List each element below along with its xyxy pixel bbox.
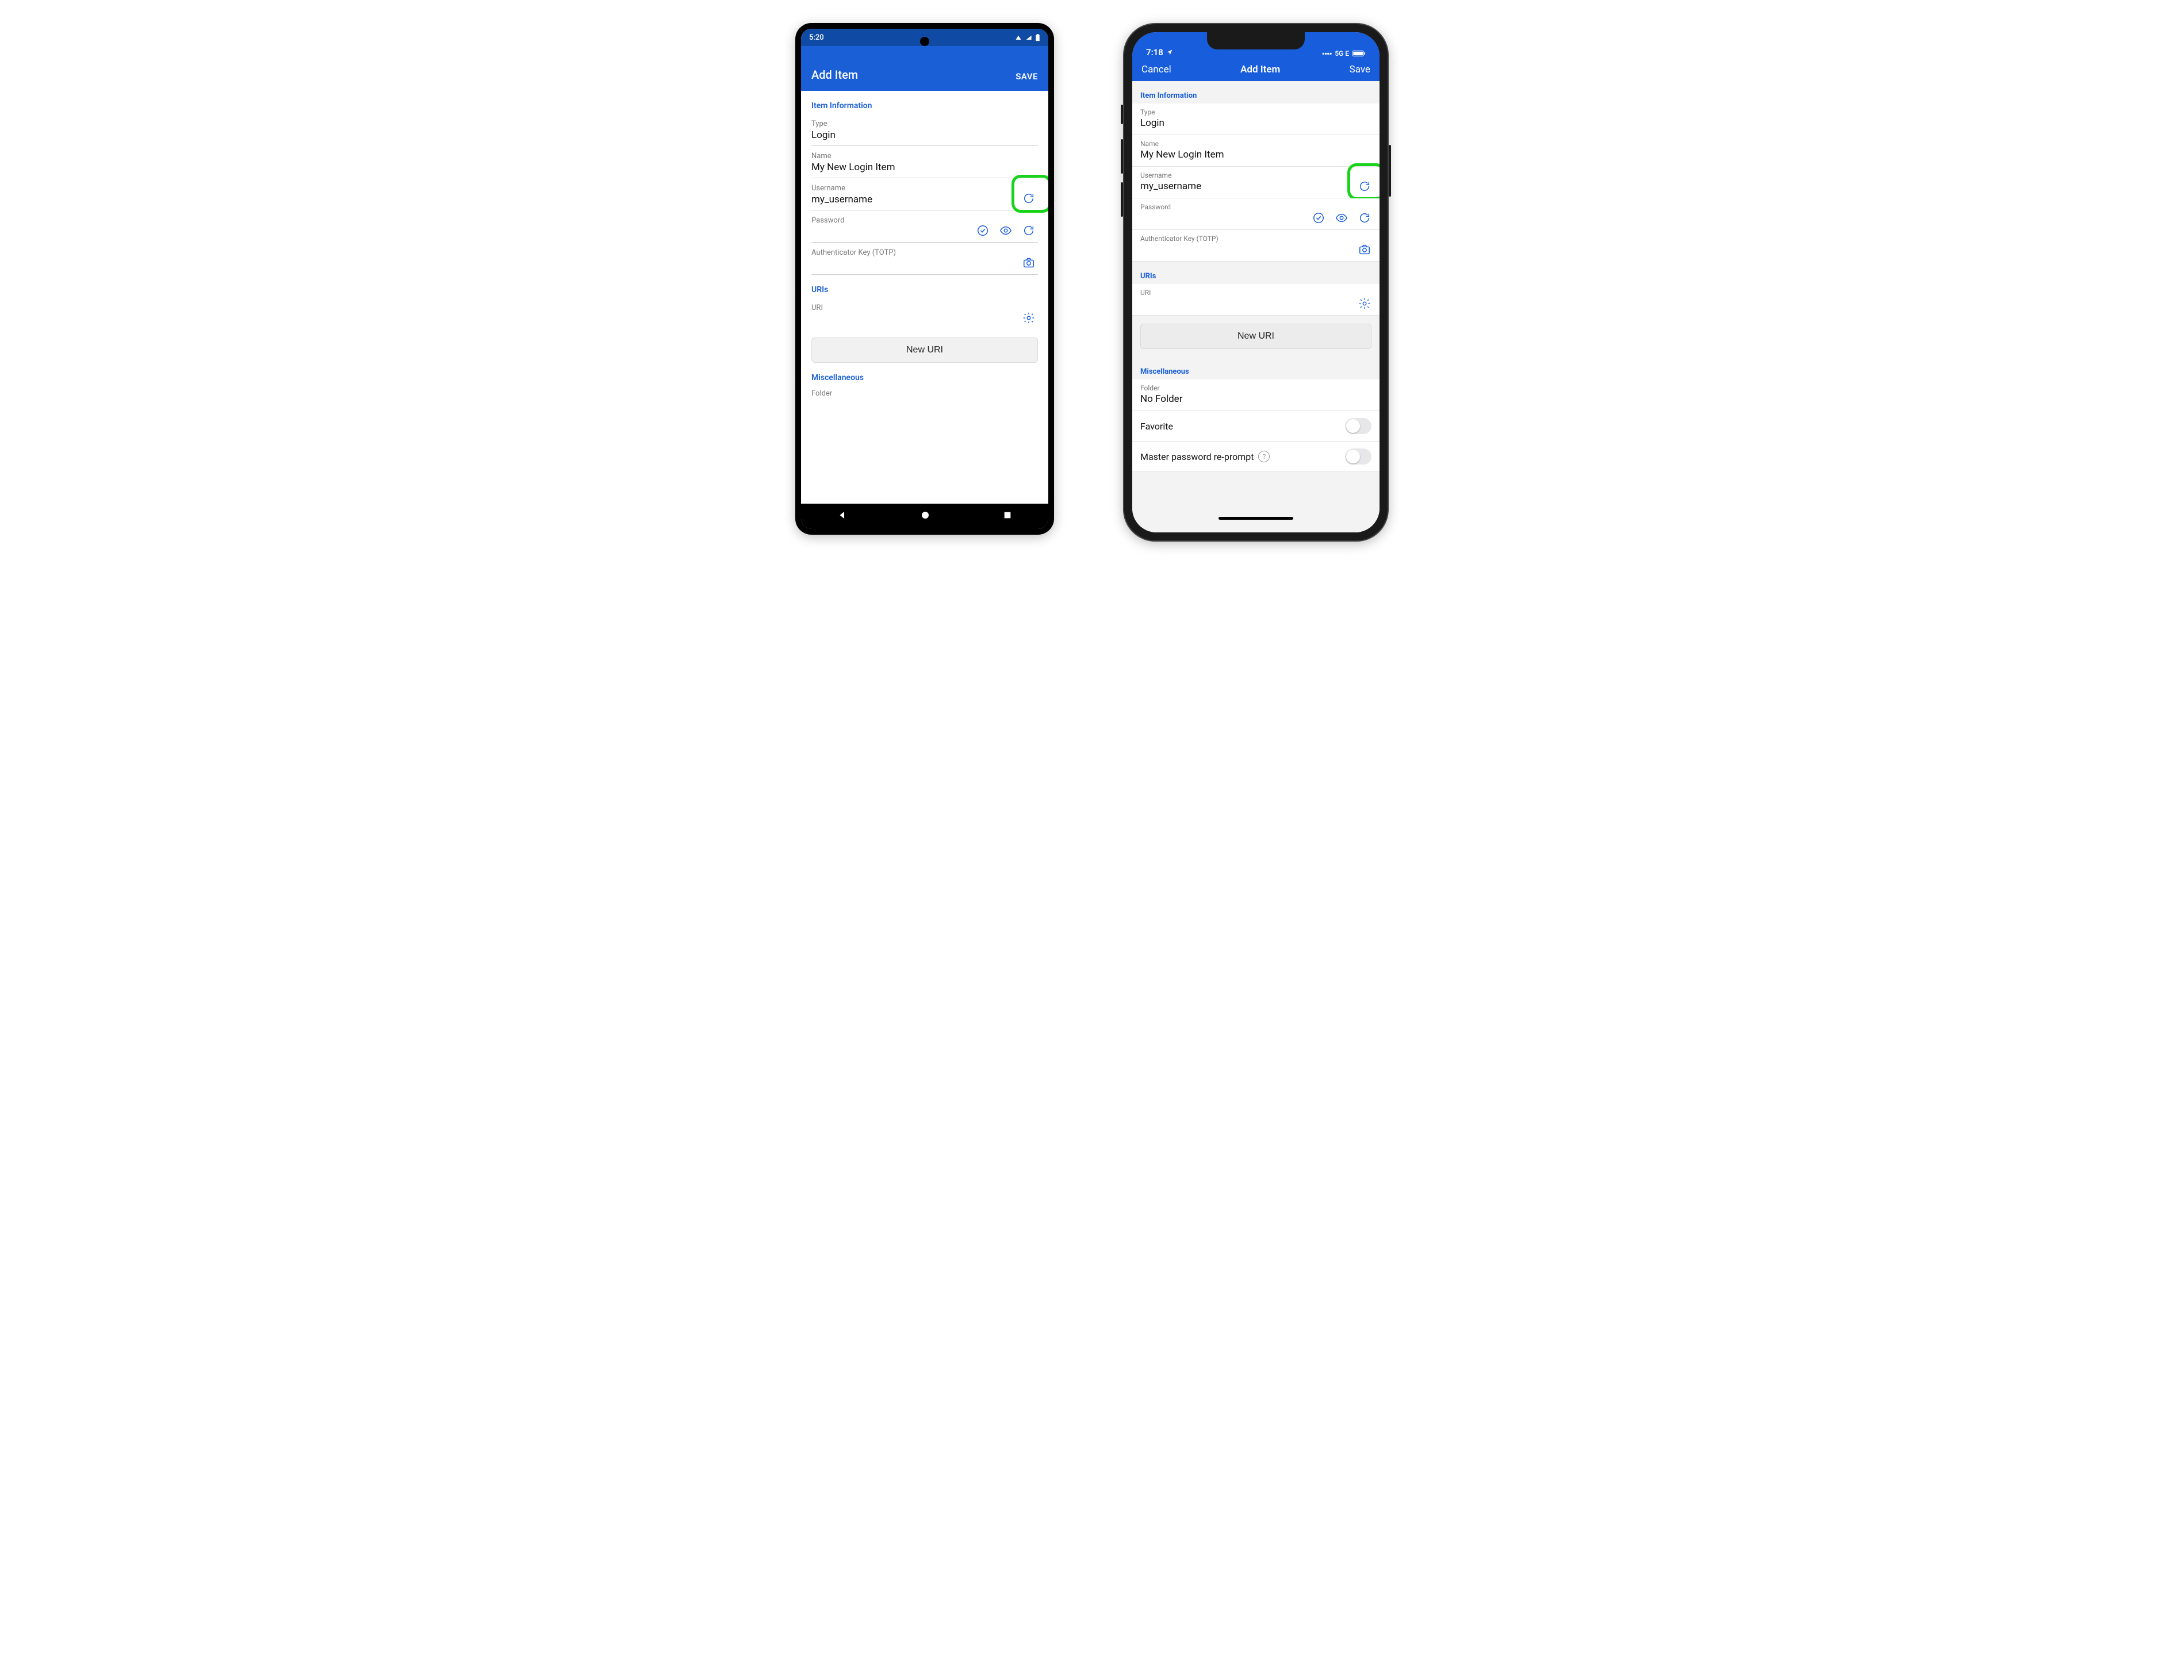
field-type[interactable]: Type Login bbox=[1132, 103, 1380, 135]
nav-home-icon[interactable] bbox=[920, 510, 930, 523]
section-uris: URIs bbox=[1132, 262, 1380, 284]
field-totp[interactable]: Authenticator Key (TOTP) bbox=[1132, 230, 1380, 262]
label-totp: Authenticator Key (TOTP) bbox=[1140, 235, 1371, 243]
generate-username-icon[interactable] bbox=[1022, 191, 1036, 205]
network-label: 5G E bbox=[1335, 49, 1349, 57]
gear-icon[interactable] bbox=[1358, 297, 1371, 310]
nav-title: Add Item bbox=[1240, 64, 1280, 75]
value-uri bbox=[811, 313, 1038, 326]
cancel-button[interactable]: Cancel bbox=[1141, 64, 1171, 75]
location-icon bbox=[1166, 49, 1173, 56]
camera-icon[interactable] bbox=[1022, 256, 1036, 270]
side-button bbox=[1121, 139, 1123, 174]
android-nav-bar bbox=[801, 504, 1048, 529]
label-username: Username bbox=[811, 184, 1009, 193]
field-folder[interactable]: Folder No Folder bbox=[1132, 379, 1380, 411]
iphone-content: Item Information Type Login Name My New … bbox=[1132, 81, 1380, 532]
field-name[interactable]: Name My New Login Item bbox=[1132, 135, 1380, 167]
field-uri[interactable]: URI bbox=[811, 298, 1038, 329]
home-indicator[interactable] bbox=[1219, 517, 1293, 520]
side-button bbox=[1121, 105, 1123, 124]
app-bar-title: Add Item bbox=[811, 68, 858, 82]
new-uri-button[interactable]: New URI bbox=[1140, 324, 1371, 349]
section-misc: Miscellaneous bbox=[1132, 357, 1380, 379]
value-type: Login bbox=[811, 129, 1038, 142]
status-indicators bbox=[1014, 34, 1040, 41]
label-folder: Folder bbox=[811, 386, 1038, 398]
label-name: Name bbox=[1140, 140, 1371, 148]
camera-hole bbox=[920, 37, 929, 46]
label-uri: URI bbox=[1140, 289, 1371, 297]
save-button[interactable]: Save bbox=[1350, 64, 1370, 75]
status-time: 7:18 bbox=[1146, 47, 1163, 57]
toggle-visibility-icon[interactable] bbox=[1335, 211, 1348, 225]
status-time: 5:20 bbox=[809, 33, 824, 42]
label-name: Name bbox=[811, 152, 1038, 160]
value-name: My New Login Item bbox=[1140, 149, 1371, 162]
label-type: Type bbox=[811, 120, 1038, 128]
camera-icon[interactable] bbox=[1358, 243, 1371, 256]
iphone-screen: 7:18 ▪▪▪▪ 5G E Cancel Add Item Save Item… bbox=[1132, 32, 1380, 532]
side-button bbox=[1121, 182, 1123, 217]
side-button bbox=[1389, 145, 1391, 197]
field-username[interactable]: Username my_username bbox=[811, 178, 1038, 210]
value-type: Login bbox=[1140, 117, 1371, 130]
generate-username-icon[interactable] bbox=[1358, 179, 1371, 193]
favorite-toggle[interactable] bbox=[1345, 418, 1371, 434]
iphone-nav-header: Cancel Add Item Save bbox=[1132, 59, 1380, 81]
label-reprompt: Master password re-prompt bbox=[1140, 451, 1254, 462]
label-totp: Authenticator Key (TOTP) bbox=[811, 248, 1038, 257]
toggle-visibility-icon[interactable] bbox=[999, 224, 1013, 237]
field-totp[interactable]: Authenticator Key (TOTP) bbox=[811, 243, 1038, 275]
field-uri[interactable]: URI bbox=[1132, 284, 1380, 316]
label-username: Username bbox=[1140, 171, 1351, 179]
field-password[interactable]: Password bbox=[1132, 198, 1380, 230]
field-type[interactable]: Type Login bbox=[811, 114, 1038, 146]
value-name: My New Login Item bbox=[811, 162, 1038, 174]
generate-password-icon[interactable] bbox=[1022, 224, 1036, 237]
label-type: Type bbox=[1140, 108, 1371, 116]
label-favorite: Favorite bbox=[1140, 421, 1173, 432]
value-username: my_username bbox=[811, 194, 1009, 206]
generate-password-icon[interactable] bbox=[1358, 211, 1371, 225]
value-username: my_username bbox=[1140, 181, 1351, 193]
section-misc: Miscellaneous bbox=[811, 363, 1038, 386]
save-button[interactable]: SAVE bbox=[1016, 71, 1038, 82]
value-totp bbox=[811, 258, 1038, 271]
iphone-device-frame: 7:18 ▪▪▪▪ 5G E Cancel Add Item Save Item… bbox=[1123, 23, 1389, 542]
check-password-icon[interactable] bbox=[1312, 211, 1325, 225]
android-device-frame: 5:20 Add Item SAVE Item Information Type… bbox=[795, 23, 1054, 535]
reprompt-toggle[interactable] bbox=[1345, 448, 1371, 465]
android-screen: 5:20 Add Item SAVE Item Information Type… bbox=[801, 29, 1048, 529]
android-content: Item Information Type Login Name My New … bbox=[801, 91, 1048, 504]
check-password-icon[interactable] bbox=[976, 224, 990, 237]
field-name[interactable]: Name My New Login Item bbox=[811, 146, 1038, 178]
value-folder: No Folder bbox=[1140, 393, 1371, 406]
gear-icon[interactable] bbox=[1022, 311, 1036, 325]
nav-recent-icon[interactable] bbox=[1003, 511, 1012, 522]
section-item-info: Item Information bbox=[1132, 81, 1380, 103]
label-password: Password bbox=[1140, 203, 1371, 211]
label-uri: URI bbox=[811, 304, 1038, 312]
battery-icon bbox=[1352, 50, 1366, 57]
help-icon[interactable]: ? bbox=[1258, 451, 1270, 462]
new-uri-button[interactable]: New URI bbox=[811, 337, 1038, 363]
android-app-bar: Add Item SAVE bbox=[801, 46, 1048, 91]
row-reprompt: Master password re-prompt ? bbox=[1132, 442, 1380, 472]
section-item-info: Item Information bbox=[811, 91, 1038, 114]
signal-icon: ▪▪▪▪ bbox=[1322, 49, 1332, 57]
field-password[interactable]: Password bbox=[811, 210, 1038, 243]
section-uris: URIs bbox=[811, 275, 1038, 298]
field-username[interactable]: Username my_username bbox=[1132, 167, 1380, 198]
notch bbox=[1207, 32, 1305, 49]
value-uri bbox=[1140, 298, 1371, 310]
nav-back-icon[interactable] bbox=[837, 510, 848, 523]
row-favorite: Favorite bbox=[1132, 411, 1380, 442]
label-folder: Folder bbox=[1140, 384, 1371, 392]
value-totp bbox=[1140, 244, 1371, 256]
